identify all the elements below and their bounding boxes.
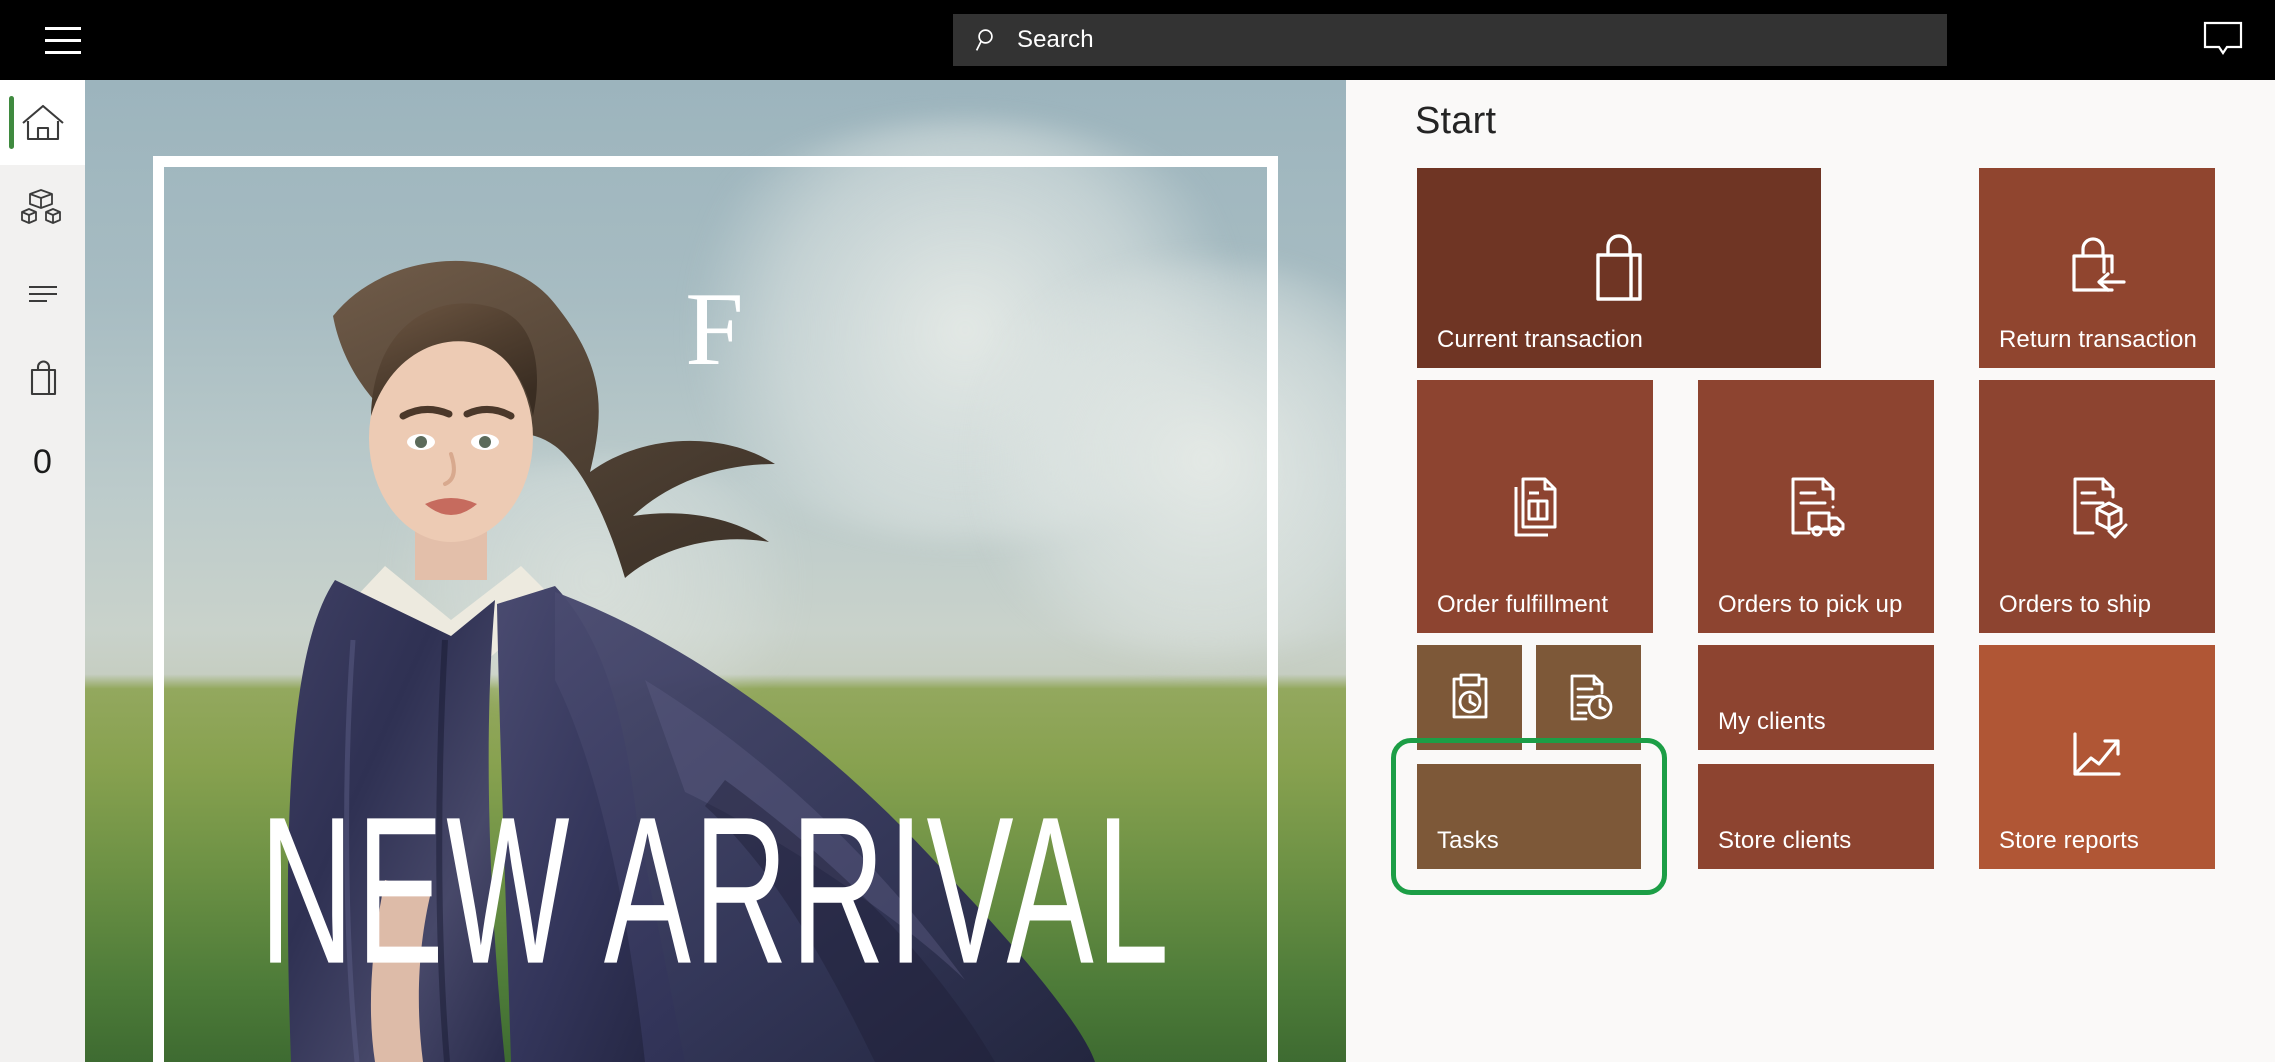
tile-time-clock[interactable] bbox=[1536, 645, 1641, 750]
tile-store-clients[interactable]: Store clients bbox=[1698, 764, 1934, 869]
tile-store-reports[interactable]: Store reports bbox=[1979, 645, 2215, 869]
tile-return-transaction[interactable]: Return transaction bbox=[1979, 168, 2215, 368]
start-tile-grid: Current transaction Return transaction O… bbox=[1391, 168, 2215, 1048]
tile-label: Tasks bbox=[1437, 827, 1499, 854]
pos-home-screen: Search 0 F NEW ARRIVAL Start Current tra… bbox=[0, 0, 2275, 1062]
start-panel: Start Current transaction Return transac… bbox=[1346, 80, 2275, 1062]
tile-label: Orders to pick up bbox=[1718, 591, 1903, 618]
tile-my-clients[interactable]: My clients bbox=[1698, 645, 1934, 750]
shopping-bag-icon bbox=[30, 360, 56, 395]
doc-truck-icon bbox=[1791, 477, 1845, 536]
tile-current-transaction[interactable]: Current transaction bbox=[1417, 168, 1821, 368]
promo-hero-banner[interactable]: F NEW ARRIVAL bbox=[85, 80, 1346, 1062]
page-title: Start bbox=[1415, 100, 1497, 142]
documents-icon bbox=[1514, 477, 1557, 536]
tile-shift-clipboard[interactable] bbox=[1417, 645, 1522, 750]
home-icon bbox=[21, 104, 64, 140]
search-input[interactable]: Search bbox=[953, 14, 1947, 66]
doc-box-check-icon bbox=[2073, 477, 2128, 538]
tile-tasks[interactable]: Tasks bbox=[1417, 764, 1641, 869]
left-sidebar: 0 bbox=[0, 80, 85, 1062]
hamburger-bar-2 bbox=[45, 38, 81, 42]
cart-count-badge[interactable]: 0 bbox=[0, 420, 85, 505]
tile-icon-wrap bbox=[1536, 645, 1641, 750]
tile-label: My clients bbox=[1718, 708, 1826, 735]
hamburger-bar-1 bbox=[45, 26, 81, 30]
sidebar-item-cart[interactable] bbox=[0, 335, 85, 420]
hamburger-bar-3 bbox=[45, 50, 81, 54]
top-bar: Search bbox=[0, 0, 2275, 80]
list-clock-icon bbox=[1570, 674, 1612, 720]
tile-label: Store reports bbox=[1999, 827, 2140, 854]
chat-bubble-glyph bbox=[2203, 21, 2243, 55]
tile-label: Return transaction bbox=[1999, 326, 2197, 353]
shopping-bag-icon bbox=[1596, 234, 1642, 301]
tile-label: Order fulfillment bbox=[1437, 591, 1609, 618]
chart-up-icon bbox=[2073, 732, 2121, 776]
search-placeholder: Search bbox=[1017, 26, 1094, 53]
products-boxes-icon bbox=[20, 188, 61, 224]
tile-label: Orders to ship bbox=[1999, 591, 2152, 618]
clipboard-clock-icon bbox=[1452, 673, 1487, 718]
brand-logo-letter: F bbox=[685, 270, 746, 387]
hero-headline: NEW ARRIVAL bbox=[259, 773, 1172, 1009]
sidebar-item-products[interactable] bbox=[0, 165, 85, 250]
chat-bubble-icon[interactable] bbox=[2199, 16, 2247, 64]
sidebar-item-transactions[interactable] bbox=[0, 250, 85, 335]
bag-return-icon bbox=[2072, 237, 2126, 292]
tile-label: Store clients bbox=[1718, 827, 1852, 854]
tile-icon-wrap bbox=[1417, 645, 1522, 750]
tile-orders-to-pick-up[interactable]: Orders to pick up bbox=[1698, 380, 1934, 633]
hamburger-menu-icon[interactable] bbox=[22, 14, 104, 66]
list-lines-icon bbox=[28, 285, 57, 302]
tile-orders-to-ship[interactable]: Orders to ship bbox=[1979, 380, 2215, 633]
sidebar-item-home[interactable] bbox=[0, 80, 85, 165]
search-icon bbox=[975, 29, 993, 51]
tile-label: Current transaction bbox=[1437, 326, 1643, 353]
tile-order-fulfillment[interactable]: Order fulfillment bbox=[1417, 380, 1653, 633]
